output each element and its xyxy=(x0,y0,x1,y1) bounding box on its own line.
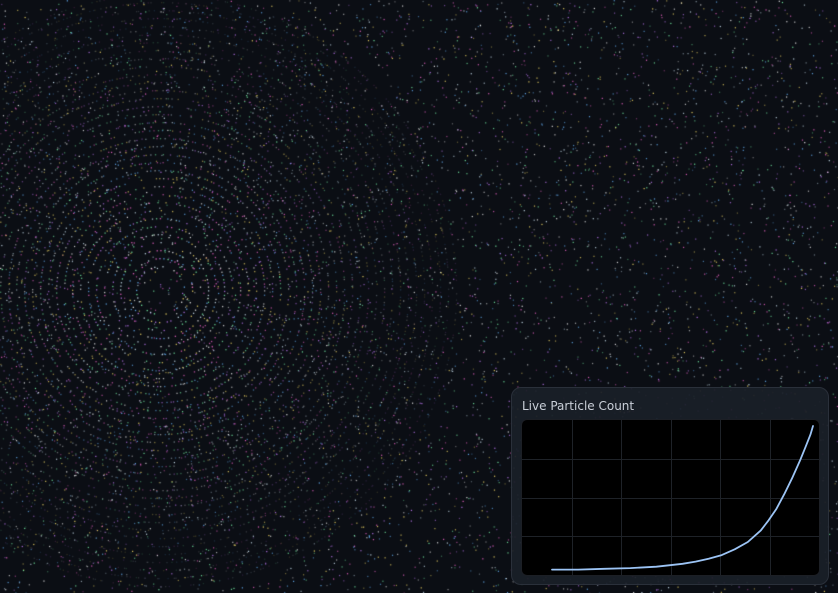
particle-simulation-view: Live Particle Count xyxy=(0,0,838,593)
live-particle-count-panel: Live Particle Count xyxy=(511,387,829,585)
panel-title: Live Particle Count xyxy=(522,399,635,413)
particle-count-chart xyxy=(521,419,820,576)
particle-count-series-line xyxy=(551,425,814,571)
chart-svg xyxy=(522,420,819,575)
